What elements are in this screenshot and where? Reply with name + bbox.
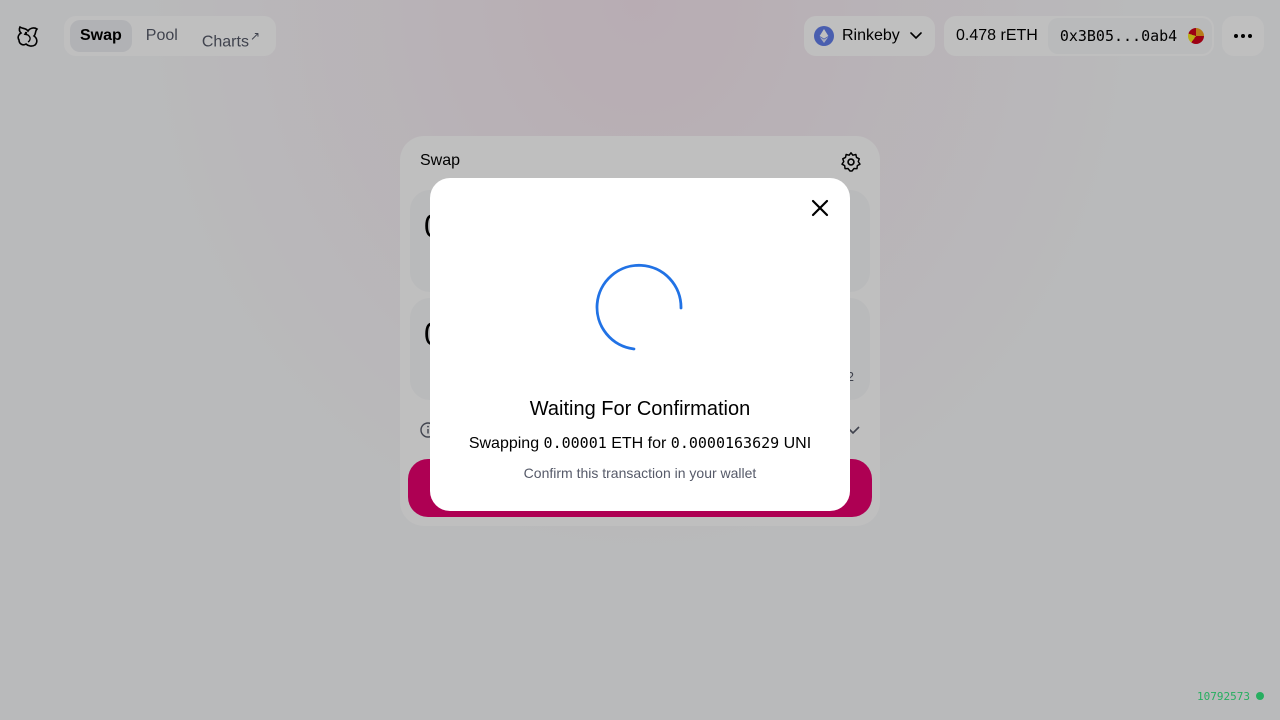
swap-to-symbol: UNI [783, 435, 812, 452]
swap-summary: Swapping 0.00001 ETH for 0.0000163629 UN… [430, 434, 850, 453]
swap-from-symbol: ETH [611, 435, 644, 452]
swap-summary-prefix: Swapping [468, 435, 540, 452]
confirmation-modal: Waiting For Confirmation Swapping 0.0000… [430, 178, 850, 511]
close-icon[interactable] [808, 196, 832, 220]
modal-title: Waiting For Confirmation [529, 398, 751, 420]
swap-to-amount: 0.0000163629 [670, 434, 780, 452]
loading-spinner-icon [594, 262, 686, 354]
swap-from-amount: 0.00001 [543, 434, 607, 452]
modal-subtitle: Confirm this transaction in your wallet [523, 465, 757, 481]
swap-summary-connector: for [647, 435, 667, 452]
block-number[interactable]: 10792573 [1197, 690, 1250, 703]
block-status-dot-icon [1256, 692, 1264, 700]
